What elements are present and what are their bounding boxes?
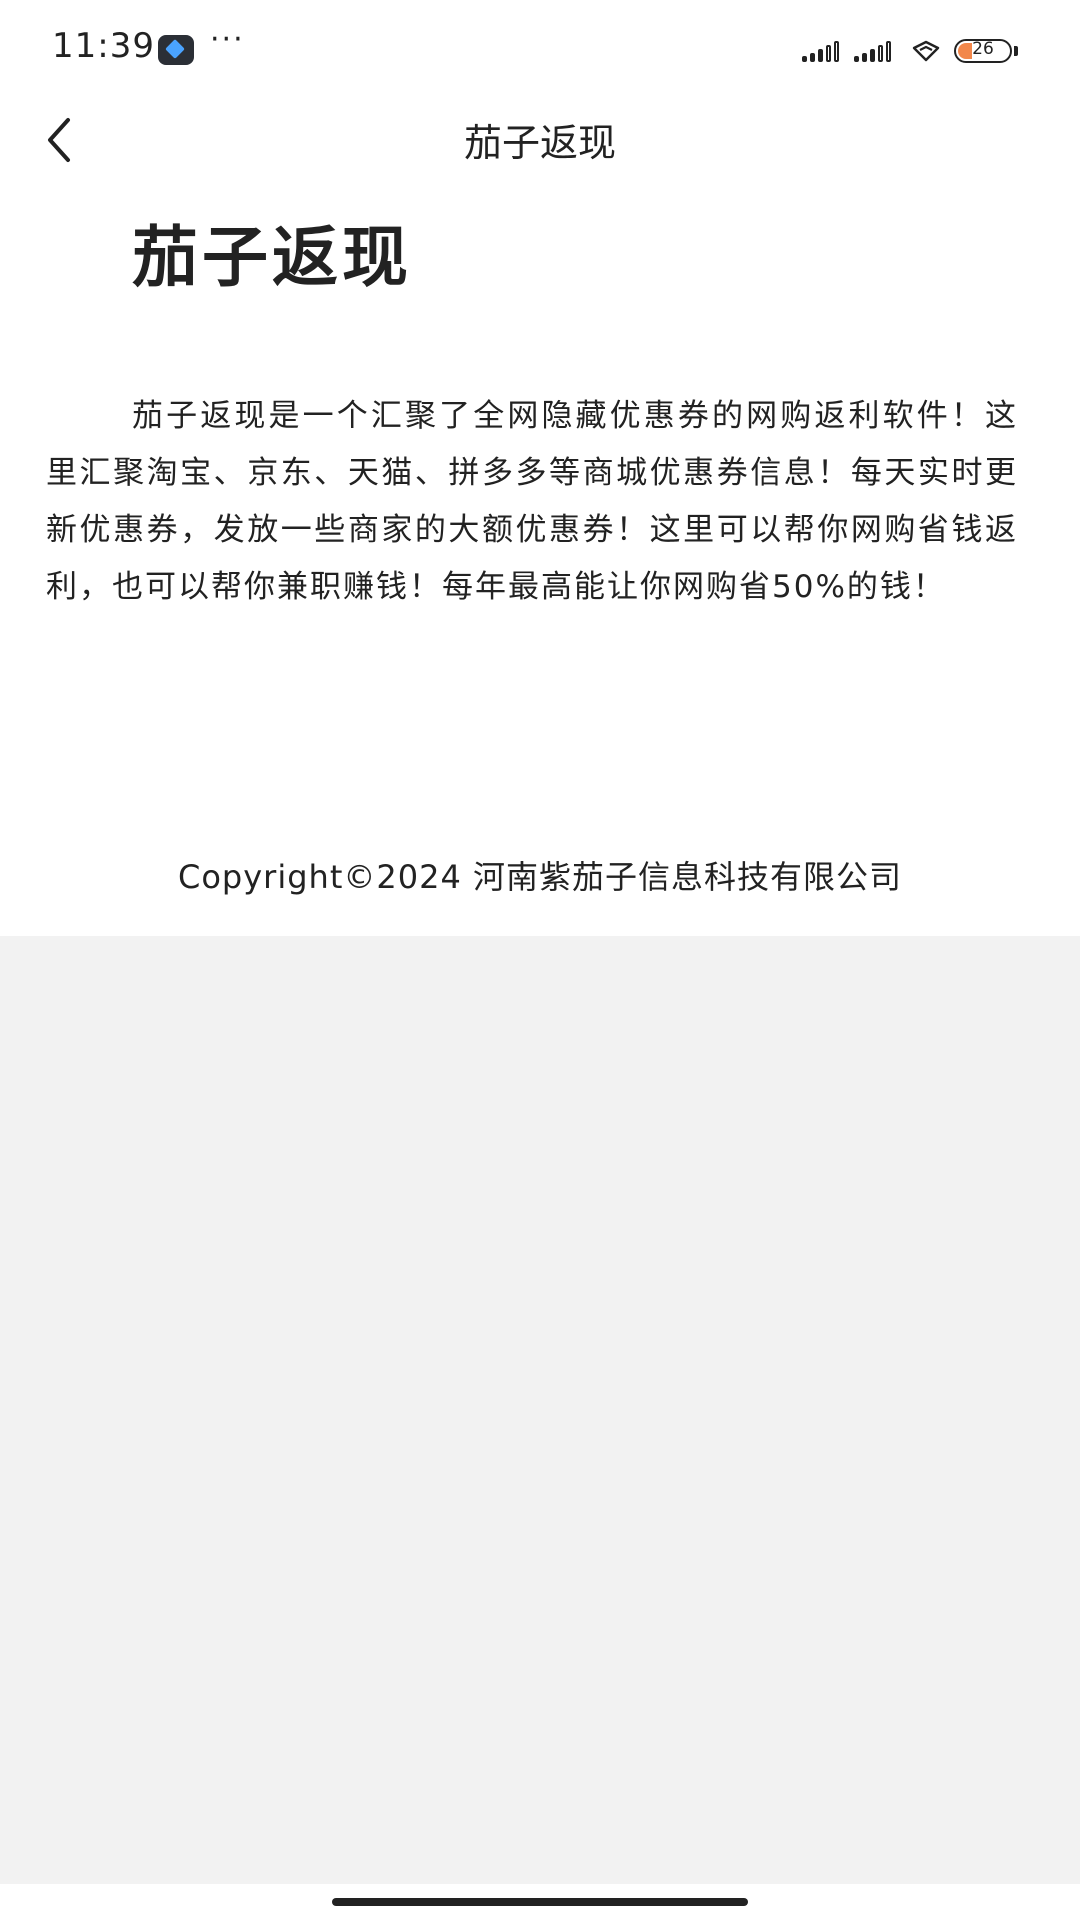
signal-icon	[802, 40, 842, 62]
nav-title: 茄子返现	[463, 121, 616, 165]
status-bar: 11:39 ··· 26	[0, 0, 1080, 100]
app-description: 茄子返现是一个汇聚了全网隐藏优惠券的网购返利软件！这里汇聚淘宝、京东、天猫、拼多…	[46, 398, 1018, 605]
signal-icon	[854, 40, 894, 62]
battery-level: 26	[972, 39, 994, 59]
battery-icon: 26	[954, 39, 1012, 63]
status-time: 11:39	[52, 26, 155, 66]
page-title: 茄子返现	[132, 219, 412, 296]
nav-bar: 茄子返现	[0, 100, 1080, 182]
more-notifications-icon: ···	[210, 22, 245, 57]
copyright-text: Copyright©2024 河南紫茄子信息科技有限公司	[178, 858, 902, 896]
app-notification-icon	[158, 35, 194, 65]
content-area: 茄子返现 茄子返现是一个汇聚了全网隐藏优惠券的网购返利软件！这里汇聚淘宝、京东、…	[0, 182, 1080, 936]
home-indicator[interactable]	[332, 1898, 748, 1906]
empty-area	[0, 936, 1080, 1884]
battery-tip	[1014, 46, 1018, 56]
wifi-icon	[912, 40, 940, 62]
